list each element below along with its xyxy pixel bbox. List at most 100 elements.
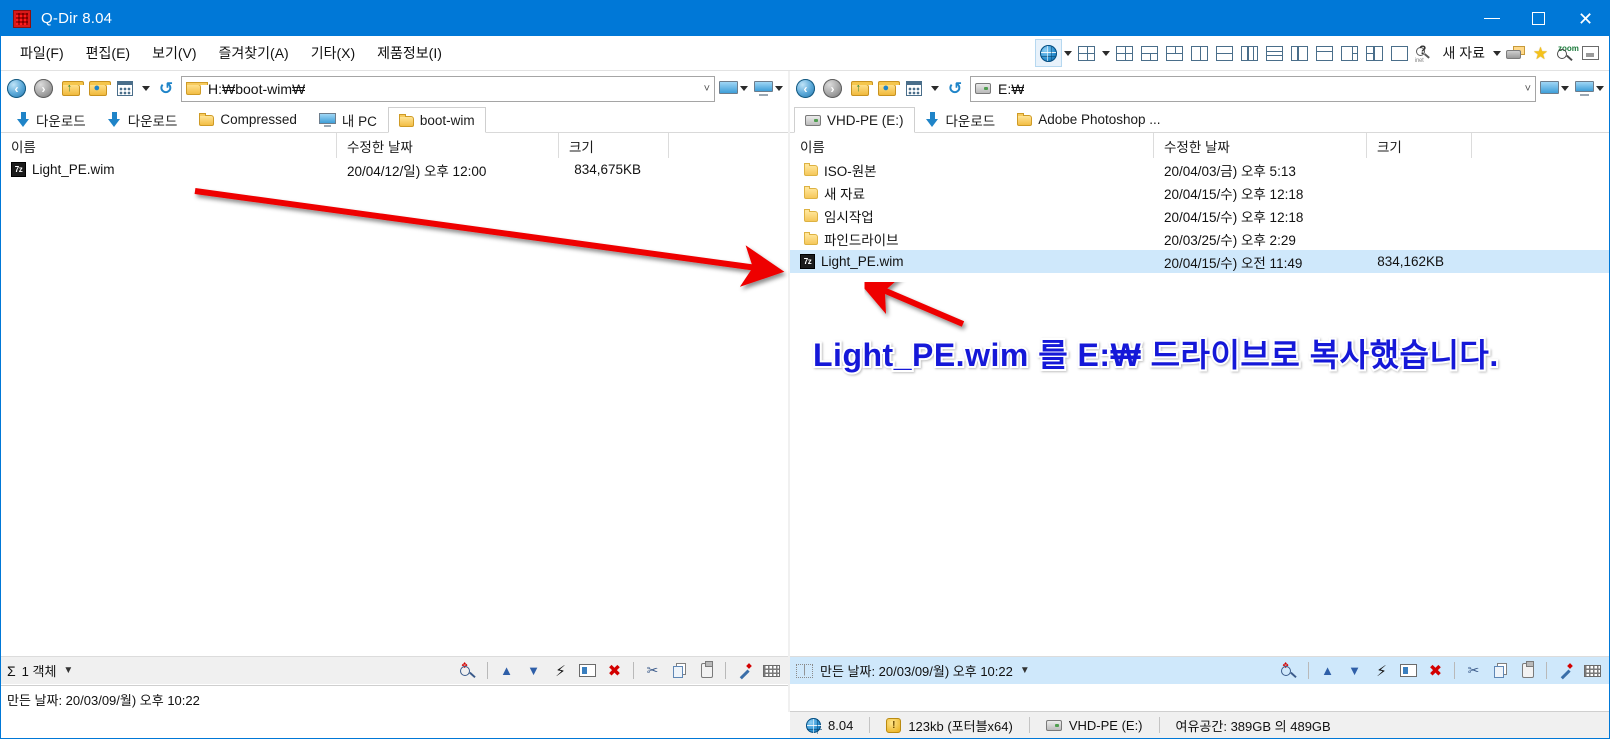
- left-pane-display-button[interactable]: [752, 75, 785, 102]
- column-header-date[interactable]: 수정한 날짜: [337, 133, 559, 158]
- zoom-icon[interactable]: zoom: [1553, 40, 1579, 66]
- table-row[interactable]: 새 자료 20/04/15/수) 오후 12:18: [790, 181, 1609, 204]
- column-header-extra[interactable]: [1472, 133, 1609, 158]
- tab-my-pc[interactable]: 내 PC: [308, 106, 388, 132]
- layout-3-pane-alt-icon[interactable]: [1362, 40, 1387, 66]
- quick-action-icon[interactable]: ⚡: [1369, 659, 1394, 683]
- filter-icon[interactable]: ❖: [1277, 659, 1302, 683]
- view-options-caret-icon[interactable]: [139, 76, 152, 102]
- copy-icon[interactable]: [667, 659, 692, 683]
- up-folder-button[interactable]: ↑: [847, 75, 873, 102]
- globe-dropdown-caret-icon[interactable]: [1061, 40, 1074, 66]
- favorites-star-icon[interactable]: ★: [1528, 40, 1553, 66]
- paste-icon[interactable]: [1515, 659, 1540, 683]
- open-folder-button[interactable]: ●: [874, 75, 900, 102]
- table-row[interactable]: 7z Light_PE.wim 20/04/15/수) 오전 11:49 834…: [790, 250, 1609, 273]
- cut-icon[interactable]: ✂: [640, 659, 665, 683]
- tab-boot-wim[interactable]: boot-wim: [387, 107, 486, 133]
- layout-3-pane-top-icon[interactable]: [1112, 40, 1137, 66]
- open-folder-button[interactable]: ●: [85, 75, 111, 102]
- filter-icon[interactable]: ❖: [456, 659, 481, 683]
- copy-icon[interactable]: [1488, 659, 1513, 683]
- minimize-button[interactable]: [1468, 1, 1515, 36]
- layout-3-pane-left-icon[interactable]: [1162, 40, 1187, 66]
- delete-icon[interactable]: ✖: [602, 659, 627, 683]
- layout-dropdown-caret-icon[interactable]: [1099, 40, 1112, 66]
- left-address-input[interactable]: H:₩boot-wim₩ ˅: [181, 75, 715, 102]
- layout-4-pane-icon[interactable]: [1074, 40, 1099, 66]
- column-header-name[interactable]: 이름: [790, 133, 1154, 158]
- right-pane-display-button[interactable]: [1573, 75, 1606, 102]
- back-button[interactable]: ‹: [4, 75, 29, 102]
- tab-compressed[interactable]: Compressed: [188, 106, 308, 132]
- forward-button[interactable]: ›: [820, 75, 845, 102]
- menu-about[interactable]: 제품정보(I): [366, 40, 453, 66]
- move-up-icon[interactable]: ▲: [494, 659, 519, 683]
- menu-edit[interactable]: 편집(E): [75, 40, 141, 66]
- maximize-button[interactable]: [1515, 1, 1562, 36]
- table-row[interactable]: ISO-원본 20/04/03/금) 오후 5:13: [790, 158, 1609, 181]
- new-folder-dropdown-caret-icon[interactable]: [1490, 40, 1503, 66]
- layout-2-pane-vertical-icon[interactable]: [1187, 40, 1212, 66]
- column-header-size[interactable]: 크기: [1367, 133, 1472, 158]
- view-options-caret-icon[interactable]: [928, 76, 941, 102]
- status-dropdown-caret-icon[interactable]: ▼: [63, 665, 73, 676]
- inet-search-icon[interactable]: ? inet: [1412, 40, 1437, 66]
- right-pane-view-button[interactable]: [1538, 75, 1571, 102]
- menu-view[interactable]: 보기(V): [141, 40, 207, 66]
- tab-vhd-pe[interactable]: VHD-PE (E:): [794, 107, 915, 133]
- layout-3-pane-right-icon[interactable]: [1337, 40, 1362, 66]
- globe-icon[interactable]: [1035, 39, 1063, 67]
- menu-file[interactable]: 파일(F): [9, 40, 75, 66]
- layout-3-row-icon[interactable]: [1262, 40, 1287, 66]
- layout-2-pane-horizontal-icon[interactable]: [1212, 40, 1237, 66]
- address-dropdown-caret-icon[interactable]: ˅: [696, 83, 710, 95]
- layout-2-col-wide-icon[interactable]: [1287, 40, 1312, 66]
- layout-3-column-icon[interactable]: [1237, 40, 1262, 66]
- right-address-input[interactable]: E:₩ ˅: [970, 75, 1536, 102]
- layout-2-row-wide-icon[interactable]: [1312, 40, 1337, 66]
- menu-favorites[interactable]: 즐겨찾기(A): [208, 40, 300, 66]
- up-folder-button[interactable]: ↑: [58, 75, 84, 102]
- move-down-icon[interactable]: ▼: [521, 659, 546, 683]
- minimize-to-tray-icon[interactable]: [1578, 40, 1603, 66]
- close-button[interactable]: ✕: [1562, 1, 1609, 36]
- refresh-button[interactable]: ↻: [943, 75, 968, 102]
- move-up-icon[interactable]: ▲: [1315, 659, 1340, 683]
- delete-icon[interactable]: ✖: [1423, 659, 1448, 683]
- rename-icon[interactable]: [1396, 659, 1421, 683]
- quick-action-icon[interactable]: ⚡: [548, 659, 573, 683]
- menu-extras[interactable]: 기타(X): [300, 40, 366, 66]
- print-icon[interactable]: [1503, 40, 1528, 66]
- left-pane-view-button[interactable]: [717, 75, 750, 102]
- table-row[interactable]: 파인드라이브 20/03/25/수) 오후 2:29: [790, 227, 1609, 250]
- column-header-extra[interactable]: [669, 133, 788, 158]
- paste-icon[interactable]: [694, 659, 719, 683]
- layout-1-pane-icon[interactable]: [1387, 40, 1412, 66]
- column-header-date[interactable]: 수정한 날짜: [1154, 133, 1367, 158]
- layout-3-pane-bottom-icon[interactable]: [1137, 40, 1162, 66]
- move-down-icon[interactable]: ▼: [1342, 659, 1367, 683]
- rename-icon[interactable]: [575, 659, 600, 683]
- keyboard-icon[interactable]: [759, 659, 784, 683]
- refresh-button[interactable]: ↻: [154, 75, 179, 102]
- column-header-name[interactable]: 이름: [1, 133, 337, 158]
- tab-downloads[interactable]: 다운로드: [915, 106, 1007, 132]
- edit-pen-icon[interactable]: [1553, 659, 1578, 683]
- view-options-button[interactable]: [901, 75, 926, 102]
- table-row[interactable]: 임시작업 20/04/15/수) 오후 12:18: [790, 204, 1609, 227]
- view-options-button[interactable]: [112, 75, 137, 102]
- status-dropdown-caret-icon[interactable]: ▼: [1020, 665, 1030, 676]
- cut-icon[interactable]: ✂: [1461, 659, 1486, 683]
- back-button[interactable]: ‹: [793, 75, 818, 102]
- column-header-size[interactable]: 크기: [559, 133, 669, 158]
- forward-button[interactable]: ›: [31, 75, 56, 102]
- tab-adobe-photoshop[interactable]: Adobe Photoshop ...: [1006, 106, 1171, 132]
- edit-pen-icon[interactable]: [732, 659, 757, 683]
- tab-downloads-1[interactable]: 다운로드: [5, 106, 97, 132]
- keyboard-icon[interactable]: [1580, 659, 1605, 683]
- tab-downloads-2[interactable]: 다운로드: [97, 106, 189, 132]
- table-row[interactable]: 7z Light_PE.wim 20/04/12/일) 오후 12:00 834…: [1, 158, 788, 181]
- new-folder-button[interactable]: 새 자료: [1437, 43, 1490, 63]
- address-dropdown-caret-icon[interactable]: ˅: [1517, 83, 1531, 95]
